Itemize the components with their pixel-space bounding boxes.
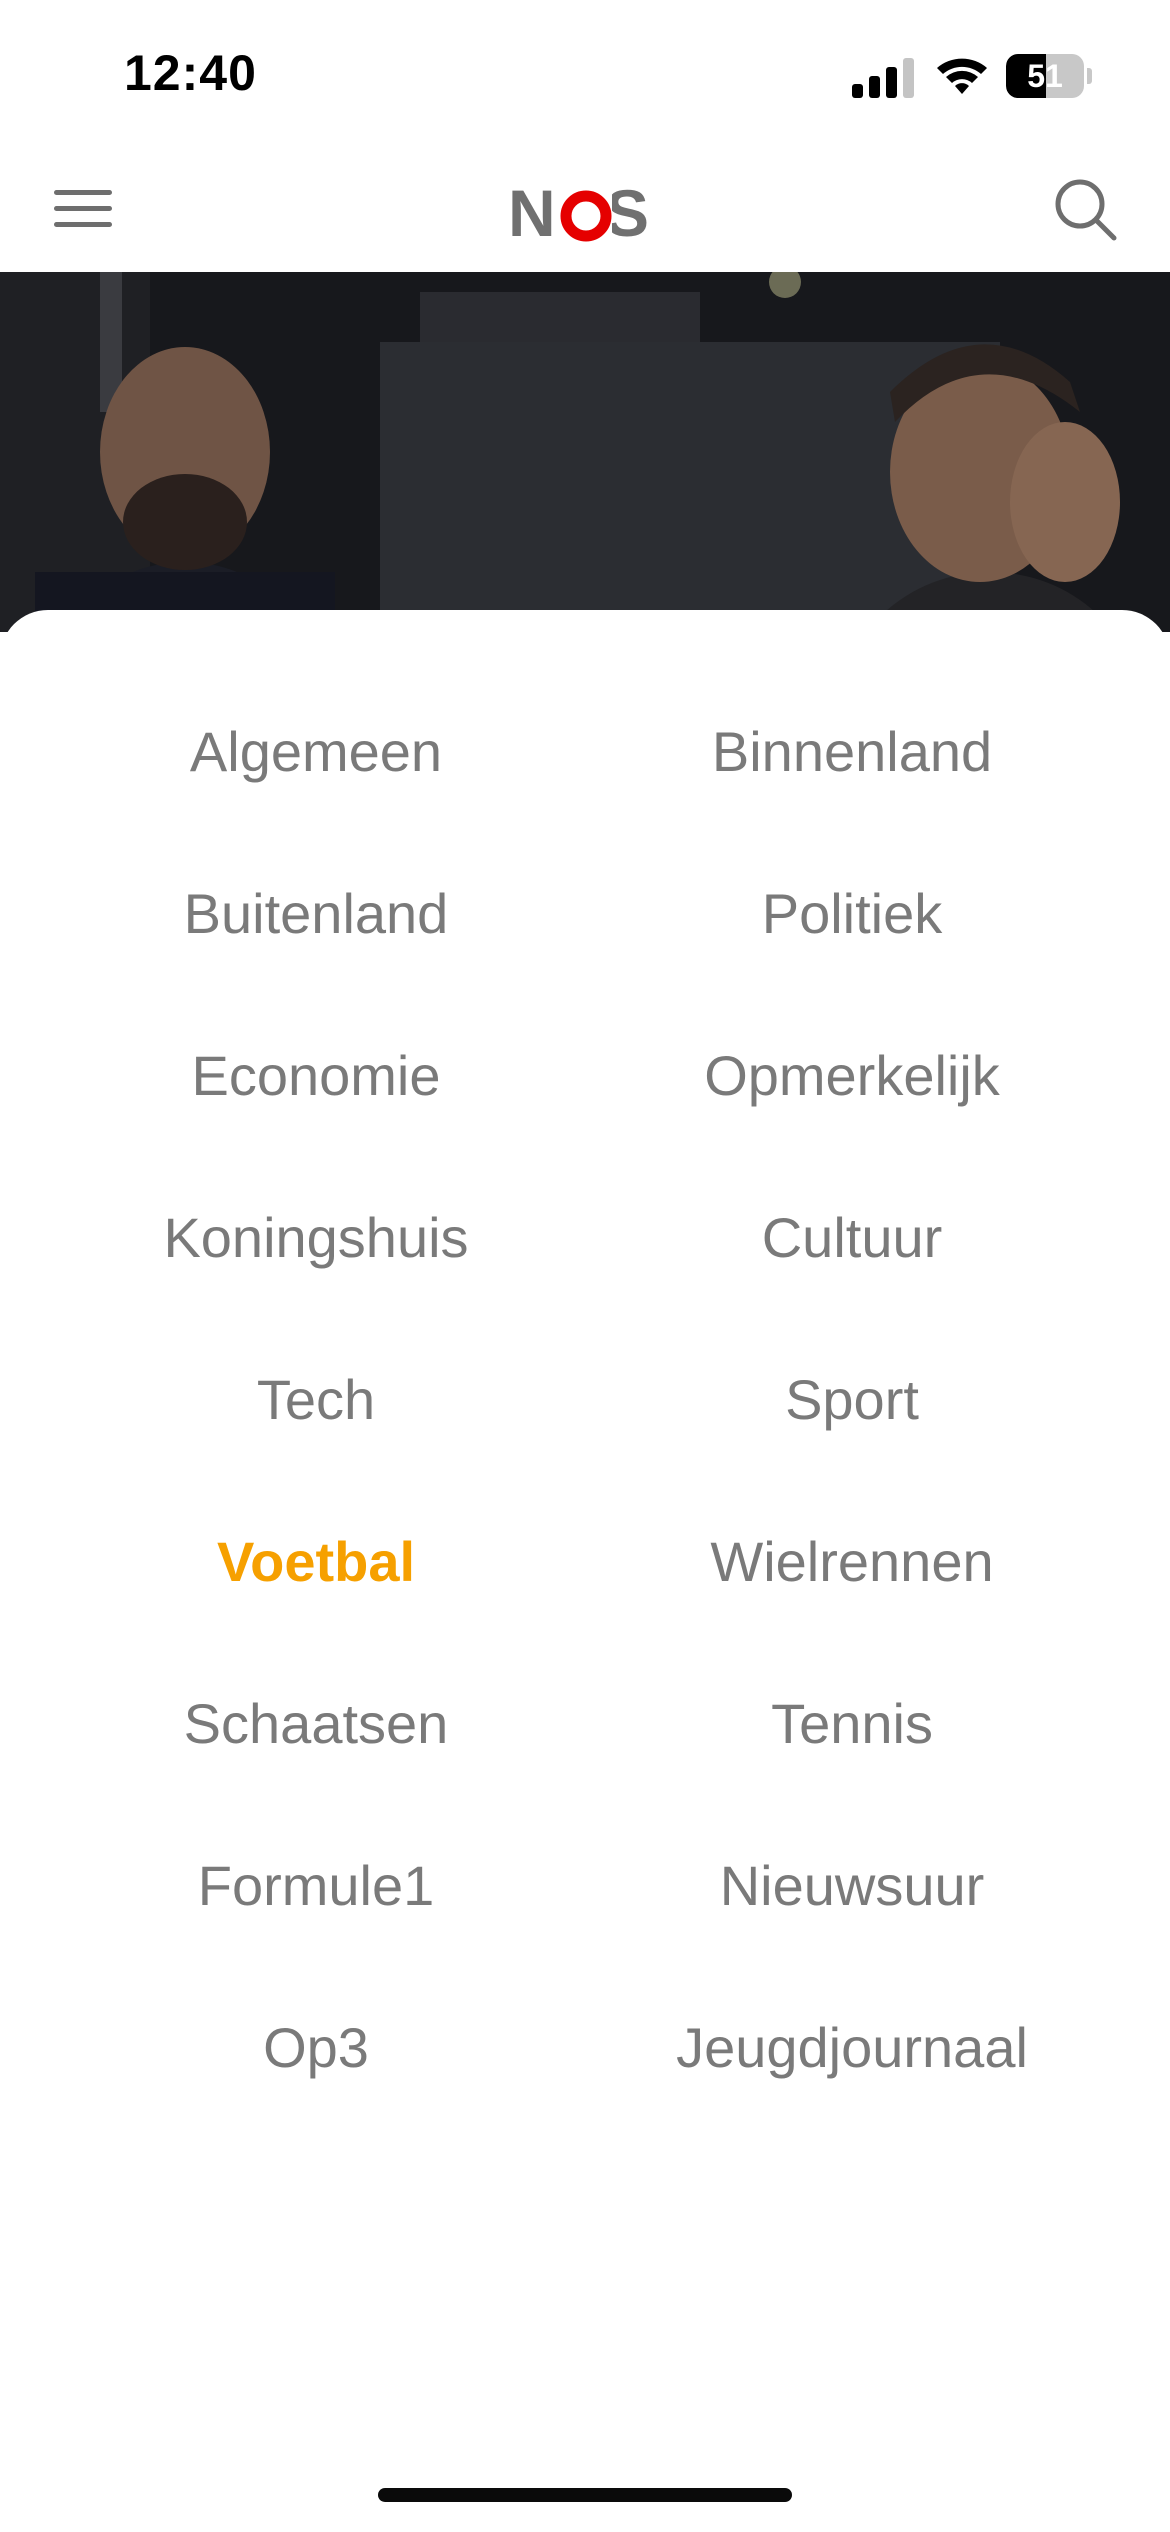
- category-row: Koningshuis Cultuur: [0, 1188, 1170, 1350]
- home-indicator[interactable]: [378, 2488, 792, 2502]
- category-op3[interactable]: Op3: [36, 1998, 596, 2098]
- category-sheet: Algemeen Binnenland Buitenland Politiek Econ…: [0, 610, 1170, 2532]
- hero-image: [0, 272, 1170, 632]
- category-row: Buitenland Politiek: [0, 864, 1170, 1026]
- category-binnenland[interactable]: Binnenland: [572, 702, 1132, 802]
- signal-icon: [852, 58, 914, 98]
- category-opmerkelijk[interactable]: Opmerkelijk: [572, 1026, 1132, 1126]
- screen: 12:40 51 NOS: [0, 0, 1170, 2532]
- category-cultuur[interactable]: Cultuur: [572, 1188, 1132, 1288]
- category-schaatsen[interactable]: Schaatsen: [36, 1674, 596, 1774]
- category-algemeen[interactable]: Algemeen: [36, 702, 596, 802]
- menu-icon[interactable]: [50, 180, 116, 236]
- category-buitenland[interactable]: Buitenland: [36, 864, 596, 964]
- app-header: NOS: [0, 150, 1170, 272]
- logo-o-icon: [560, 190, 612, 242]
- status-time: 12:40: [124, 45, 257, 101]
- battery-percent: 51: [1027, 58, 1063, 94]
- battery-body: 51: [1006, 54, 1084, 98]
- category-row: Economie Opmerkelijk: [0, 1026, 1170, 1188]
- wifi-icon: [937, 58, 987, 94]
- category-economie[interactable]: Economie: [36, 1026, 596, 1126]
- category-jeugdjournaal[interactable]: Jeugdjournaal: [572, 1998, 1132, 2098]
- category-wielrennen[interactable]: Wielrennen: [572, 1512, 1132, 1612]
- category-row: Formule1 Nieuwsuur: [0, 1836, 1170, 1998]
- category-sport[interactable]: Sport: [572, 1350, 1132, 1450]
- category-tennis[interactable]: Tennis: [572, 1674, 1132, 1774]
- category-nieuwsuur[interactable]: Nieuwsuur: [572, 1836, 1132, 1936]
- category-grid: Algemeen Binnenland Buitenland Politiek Econ…: [0, 702, 1170, 2160]
- category-row: Voetbal Wielrennen: [0, 1512, 1170, 1674]
- category-row: Schaatsen Tennis: [0, 1674, 1170, 1836]
- category-formule1[interactable]: Formule1: [36, 1836, 596, 1936]
- battery-icon: 51: [1006, 54, 1092, 98]
- battery-tip: [1087, 68, 1092, 84]
- category-row: Algemeen Binnenland: [0, 702, 1170, 864]
- category-row: Op3 Jeugdjournaal: [0, 1998, 1170, 2160]
- category-politiek[interactable]: Politiek: [572, 864, 1132, 964]
- category-koningshuis[interactable]: Koningshuis: [36, 1188, 596, 1288]
- category-tech[interactable]: Tech: [36, 1350, 596, 1450]
- search-icon[interactable]: [1050, 174, 1120, 244]
- category-row: Tech Sport: [0, 1350, 1170, 1512]
- status-bar: 12:40 51: [0, 0, 1170, 150]
- nos-logo[interactable]: NOS: [508, 178, 664, 248]
- category-voetbal[interactable]: Voetbal: [36, 1512, 596, 1612]
